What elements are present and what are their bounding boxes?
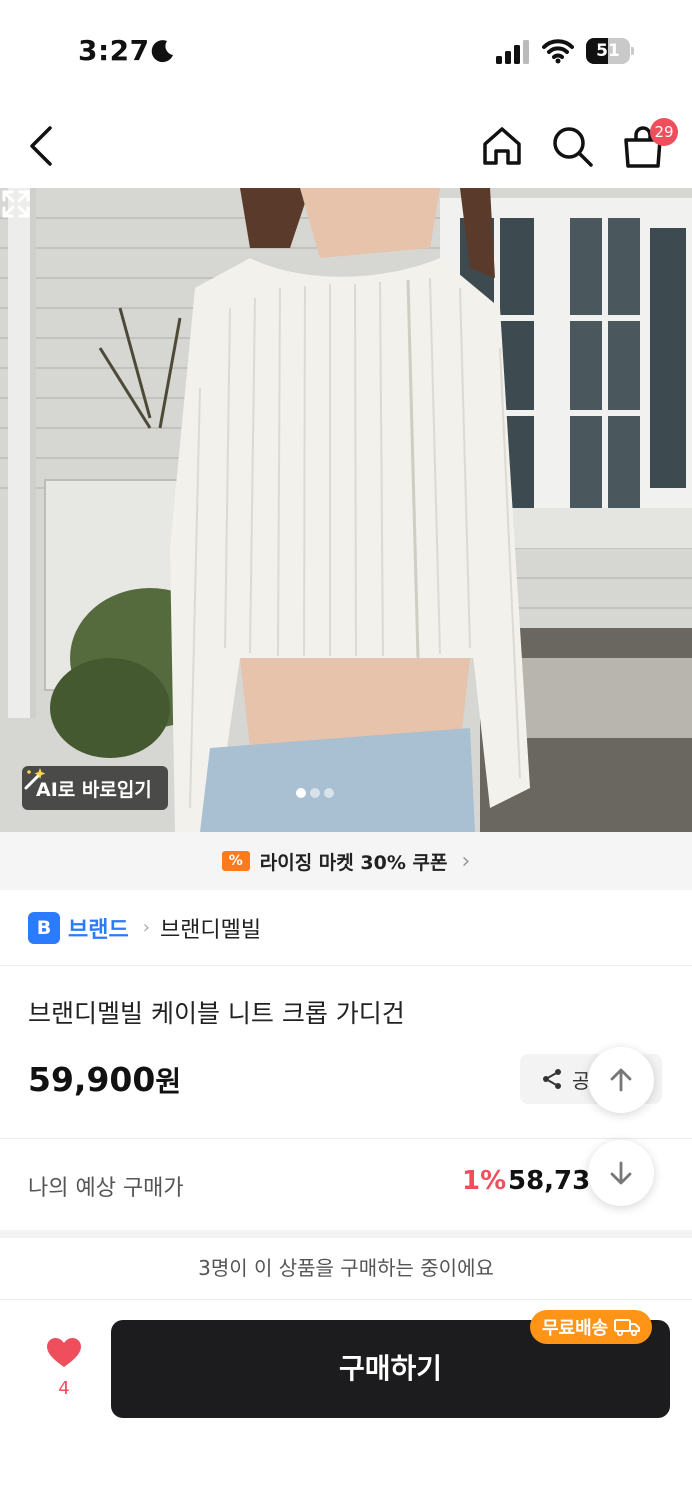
brand-name-link[interactable]: 브랜디멜빌 [160,912,261,944]
breadcrumb-separator-icon: › [142,917,150,938]
divider [0,1138,692,1139]
status-bar: 3:27 51 [0,0,692,100]
arrow-up-icon [610,1068,632,1092]
scroll-up-button[interactable] [588,1047,654,1113]
coupon-banner[interactable]: % 라이징 마켓 30% 쿠폰 › [0,832,692,890]
expected-discount-rate: 1% [462,1166,507,1196]
expected-price-label: 나의 예상 구매가 [28,1176,184,1201]
share-icon [543,1069,561,1089]
moon-icon [151,40,173,63]
like-count: 4 [58,1378,70,1399]
free-shipping-label: 무료배송 [542,1318,609,1339]
ai-tryon-button[interactable]: AI로 바로입기 [22,766,168,810]
product-title: 브랜디멜빌 케이블 니트 크롭 가디건 [28,999,405,1028]
status-time: 3:27 [78,34,150,67]
expand-icon[interactable] [0,188,32,220]
magic-wand-icon [24,768,46,790]
arrow-down-icon [610,1161,632,1185]
cart-count-badge: 29 [650,118,678,146]
product-photo [0,188,692,832]
nav-bar: 29 [0,100,692,188]
price-unit: 원 [155,1065,182,1098]
coupon-text: 라이징 마켓 30% 쿠폰 [259,851,448,874]
buying-now-notice: 3명이 이 상품을 구매하는 중이에요 [0,1238,692,1300]
section-divider [0,1230,692,1238]
bottom-action-bar: 4 구매하기 무료배송 [0,1300,692,1500]
product-image-carousel[interactable]: AI로 바로입기 [0,188,692,832]
carousel-dot[interactable] [296,788,306,798]
coupon-icon: % [221,851,250,871]
truck-icon [614,1319,641,1336]
brand-breadcrumb[interactable]: B 브랜드 › 브랜디멜빌 [0,890,692,966]
battery-icon: 51 [586,38,634,64]
battery-level: 51 [596,41,620,61]
heart-icon [47,1338,81,1367]
brand-category-link[interactable]: 브랜드 [68,912,129,944]
ai-tryon-label: AI로 바로입기 [36,778,152,801]
carousel-dot[interactable] [324,788,334,798]
chevron-right-icon: › [461,848,471,874]
product-price: 59,900원 [28,1060,181,1100]
carousel-dot[interactable] [310,788,320,798]
like-button[interactable]: 4 [38,1338,90,1408]
back-icon[interactable] [22,124,62,168]
wifi-icon [542,39,574,64]
brand-badge-icon: B [28,911,60,944]
home-icon[interactable] [480,124,524,168]
signal-icon [496,40,529,64]
free-shipping-badge: 무료배송 [530,1310,653,1344]
price-amount: 59,900 [28,1060,156,1099]
search-icon[interactable] [550,124,594,168]
scroll-down-button[interactable] [588,1140,654,1206]
